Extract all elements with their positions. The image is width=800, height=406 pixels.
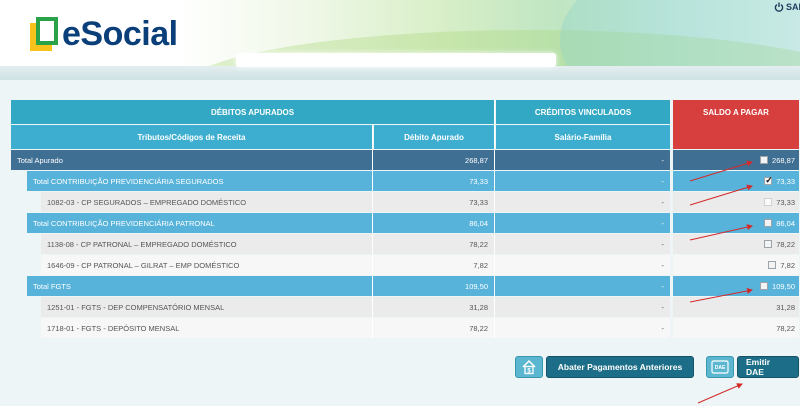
row-label: Total CONTRIBUIÇÃO PREVIDENCIÁRIA SEGURA… (27, 171, 373, 191)
row-credito: - (495, 234, 670, 254)
header-creditos-vinculados: CRÉDITOS VINCULADOS (496, 100, 670, 124)
row-saldo: 73,33 (776, 197, 795, 207)
row-saldo: 78,22 (776, 323, 795, 333)
header-blank-bar (236, 53, 556, 67)
header-salario-familia: Salário-Família (496, 125, 670, 149)
logout-button[interactable]: SAI (774, 2, 800, 12)
row-saldo-cell: 31,28 (673, 297, 799, 317)
row-label: Total FGTS (27, 276, 373, 296)
svg-text:DAE: DAE (715, 365, 726, 371)
row-credito: - (495, 297, 670, 317)
row-saldo: 109,50 (772, 281, 795, 291)
saldo-checkbox[interactable] (764, 219, 773, 227)
saldo-checkbox (764, 198, 773, 206)
row-credito: - (495, 255, 670, 275)
logo-text: eSocial (62, 14, 178, 53)
table-row: Total CONTRIBUIÇÃO PREVIDENCIÁRIA SEGURA… (27, 171, 799, 191)
header-saldo-a-pagar: SALDO A PAGAR (673, 100, 799, 149)
row-label: 1718-01 - FGTS - DEPÓSITO MENSAL (41, 318, 373, 338)
saldo-checkbox[interactable] (760, 156, 769, 164)
row-saldo-cell: 78,22 (673, 318, 799, 338)
logout-label: SAI (786, 2, 800, 12)
row-credito: - (495, 213, 670, 233)
table-row: Total FGTS 109,50-109,50 (27, 276, 799, 296)
row-debito: 73,33 (373, 171, 495, 191)
table-row: Total CONTRIBUIÇÃO PREVIDENCIÁRIA PATRON… (27, 213, 799, 233)
table-row: 1138-08 - CP PATRONAL – EMPREGADO DOMÉST… (41, 234, 799, 254)
header-debito-apurado: Débito Apurado (374, 125, 495, 149)
row-label: 1251-01 - FGTS - DEP COMPENSATÓRIO MENSA… (41, 297, 373, 317)
row-saldo-cell: 268,87 (673, 150, 799, 170)
saldo-checkbox[interactable] (764, 175, 773, 186)
dae-icon-button[interactable]: DAE (706, 356, 734, 378)
row-saldo: 78,22 (776, 239, 795, 249)
row-label: 1082-03 - CP SEGURADOS – EMPREGADO DOMÉS… (41, 192, 373, 212)
row-label: 1646-09 - CP PATRONAL – GILRAT – EMP DOM… (41, 255, 373, 275)
esocial-logo[interactable]: eSocial (30, 12, 178, 56)
table-row: 1646-09 - CP PATRONAL – GILRAT – EMP DOM… (41, 255, 799, 275)
power-icon (774, 2, 784, 12)
row-saldo: 268,87 (772, 155, 795, 165)
house-dollar-icon: $ (522, 359, 536, 375)
row-credito: - (495, 171, 670, 191)
row-saldo-cell: 73,33 (673, 192, 799, 212)
row-debito: 268,87 (373, 150, 495, 170)
row-debito: 31,28 (373, 297, 495, 317)
row-credito: - (495, 276, 670, 296)
row-debito: 7,82 (373, 255, 495, 275)
saldo-checkbox[interactable] (768, 261, 777, 269)
emitir-dae-button[interactable]: Emitir DAE (737, 356, 799, 378)
row-label: Total Apurado (11, 150, 373, 170)
row-saldo-cell: 73,33 (673, 171, 799, 191)
abater-group: $ Abater Pagamentos Anteriores (515, 356, 694, 378)
abater-pagamentos-button[interactable]: Abater Pagamentos Anteriores (546, 356, 694, 378)
row-saldo-cell: 78,22 (673, 234, 799, 254)
app-header: eSocial SAI (0, 0, 800, 80)
emitir-group: DAE Emitir DAE (706, 356, 799, 378)
row-credito: - (495, 150, 670, 170)
row-debito: 109,50 (373, 276, 495, 296)
row-saldo: 86,04 (776, 218, 795, 228)
dae-document-icon: DAE (711, 360, 729, 374)
row-debito: 86,04 (373, 213, 495, 233)
header-tributos: Tributos/Códigos de Receita (11, 125, 373, 149)
row-credito: - (495, 318, 670, 338)
row-label: Total CONTRIBUIÇÃO PREVIDENCIÁRIA PATRON… (27, 213, 373, 233)
header-debitos-apurados: DÉBITOS APURADOS (11, 100, 495, 124)
row-saldo-cell: 109,50 (673, 276, 799, 296)
row-debito: 78,22 (373, 234, 495, 254)
esocial-logo-icon (30, 17, 60, 51)
saldo-checkbox[interactable] (760, 282, 769, 290)
saldo-checkbox[interactable] (764, 240, 773, 248)
header-bottom-band (0, 66, 800, 80)
row-saldo: 73,33 (776, 176, 795, 186)
row-saldo-cell: 86,04 (673, 213, 799, 233)
abater-icon-button[interactable]: $ (515, 356, 543, 378)
table-row: 1082-03 - CP SEGURADOS – EMPREGADO DOMÉS… (41, 192, 799, 212)
row-debito: 73,33 (373, 192, 495, 212)
row-credito: - (495, 192, 670, 212)
row-saldo-cell: 7,82 (673, 255, 799, 275)
row-debito: 78,22 (373, 318, 495, 338)
annotation-arrow (697, 383, 743, 404)
table-row: 1251-01 - FGTS - DEP COMPENSATÓRIO MENSA… (41, 297, 799, 317)
row-label: 1138-08 - CP PATRONAL – EMPREGADO DOMÉST… (41, 234, 373, 254)
row-saldo: 7,82 (780, 260, 795, 270)
row-saldo: 31,28 (776, 302, 795, 312)
table-row: 1718-01 - FGTS - DEPÓSITO MENSAL 78,22-78… (41, 318, 799, 338)
table-row: Total Apurado 268,87-268,87 (11, 150, 799, 170)
